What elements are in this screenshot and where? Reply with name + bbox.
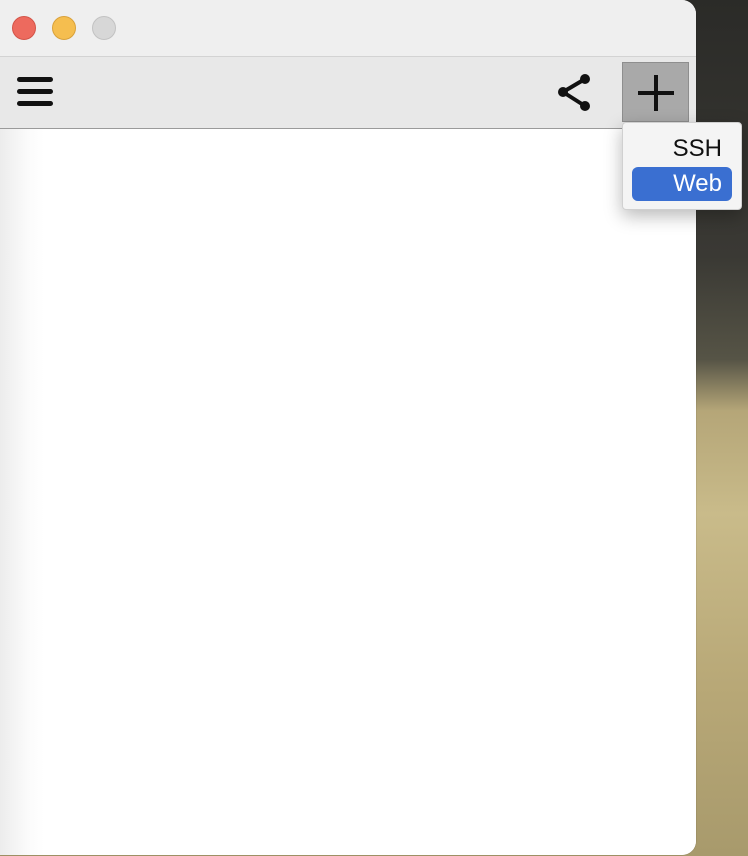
share-icon[interactable] bbox=[554, 71, 598, 115]
app-window bbox=[0, 0, 696, 855]
title-bar bbox=[0, 0, 696, 57]
toolbar bbox=[0, 57, 696, 129]
close-window-button[interactable] bbox=[12, 16, 36, 40]
dropdown-item-web[interactable]: Web bbox=[632, 167, 732, 201]
add-button[interactable] bbox=[622, 62, 689, 122]
main-content-area bbox=[0, 129, 696, 855]
minimize-window-button[interactable] bbox=[52, 16, 76, 40]
add-dropdown-menu: SSH Web bbox=[622, 122, 742, 210]
hamburger-menu-icon[interactable] bbox=[14, 75, 56, 109]
zoom-window-button[interactable] bbox=[92, 16, 116, 40]
dropdown-item-ssh[interactable]: SSH bbox=[632, 132, 732, 166]
